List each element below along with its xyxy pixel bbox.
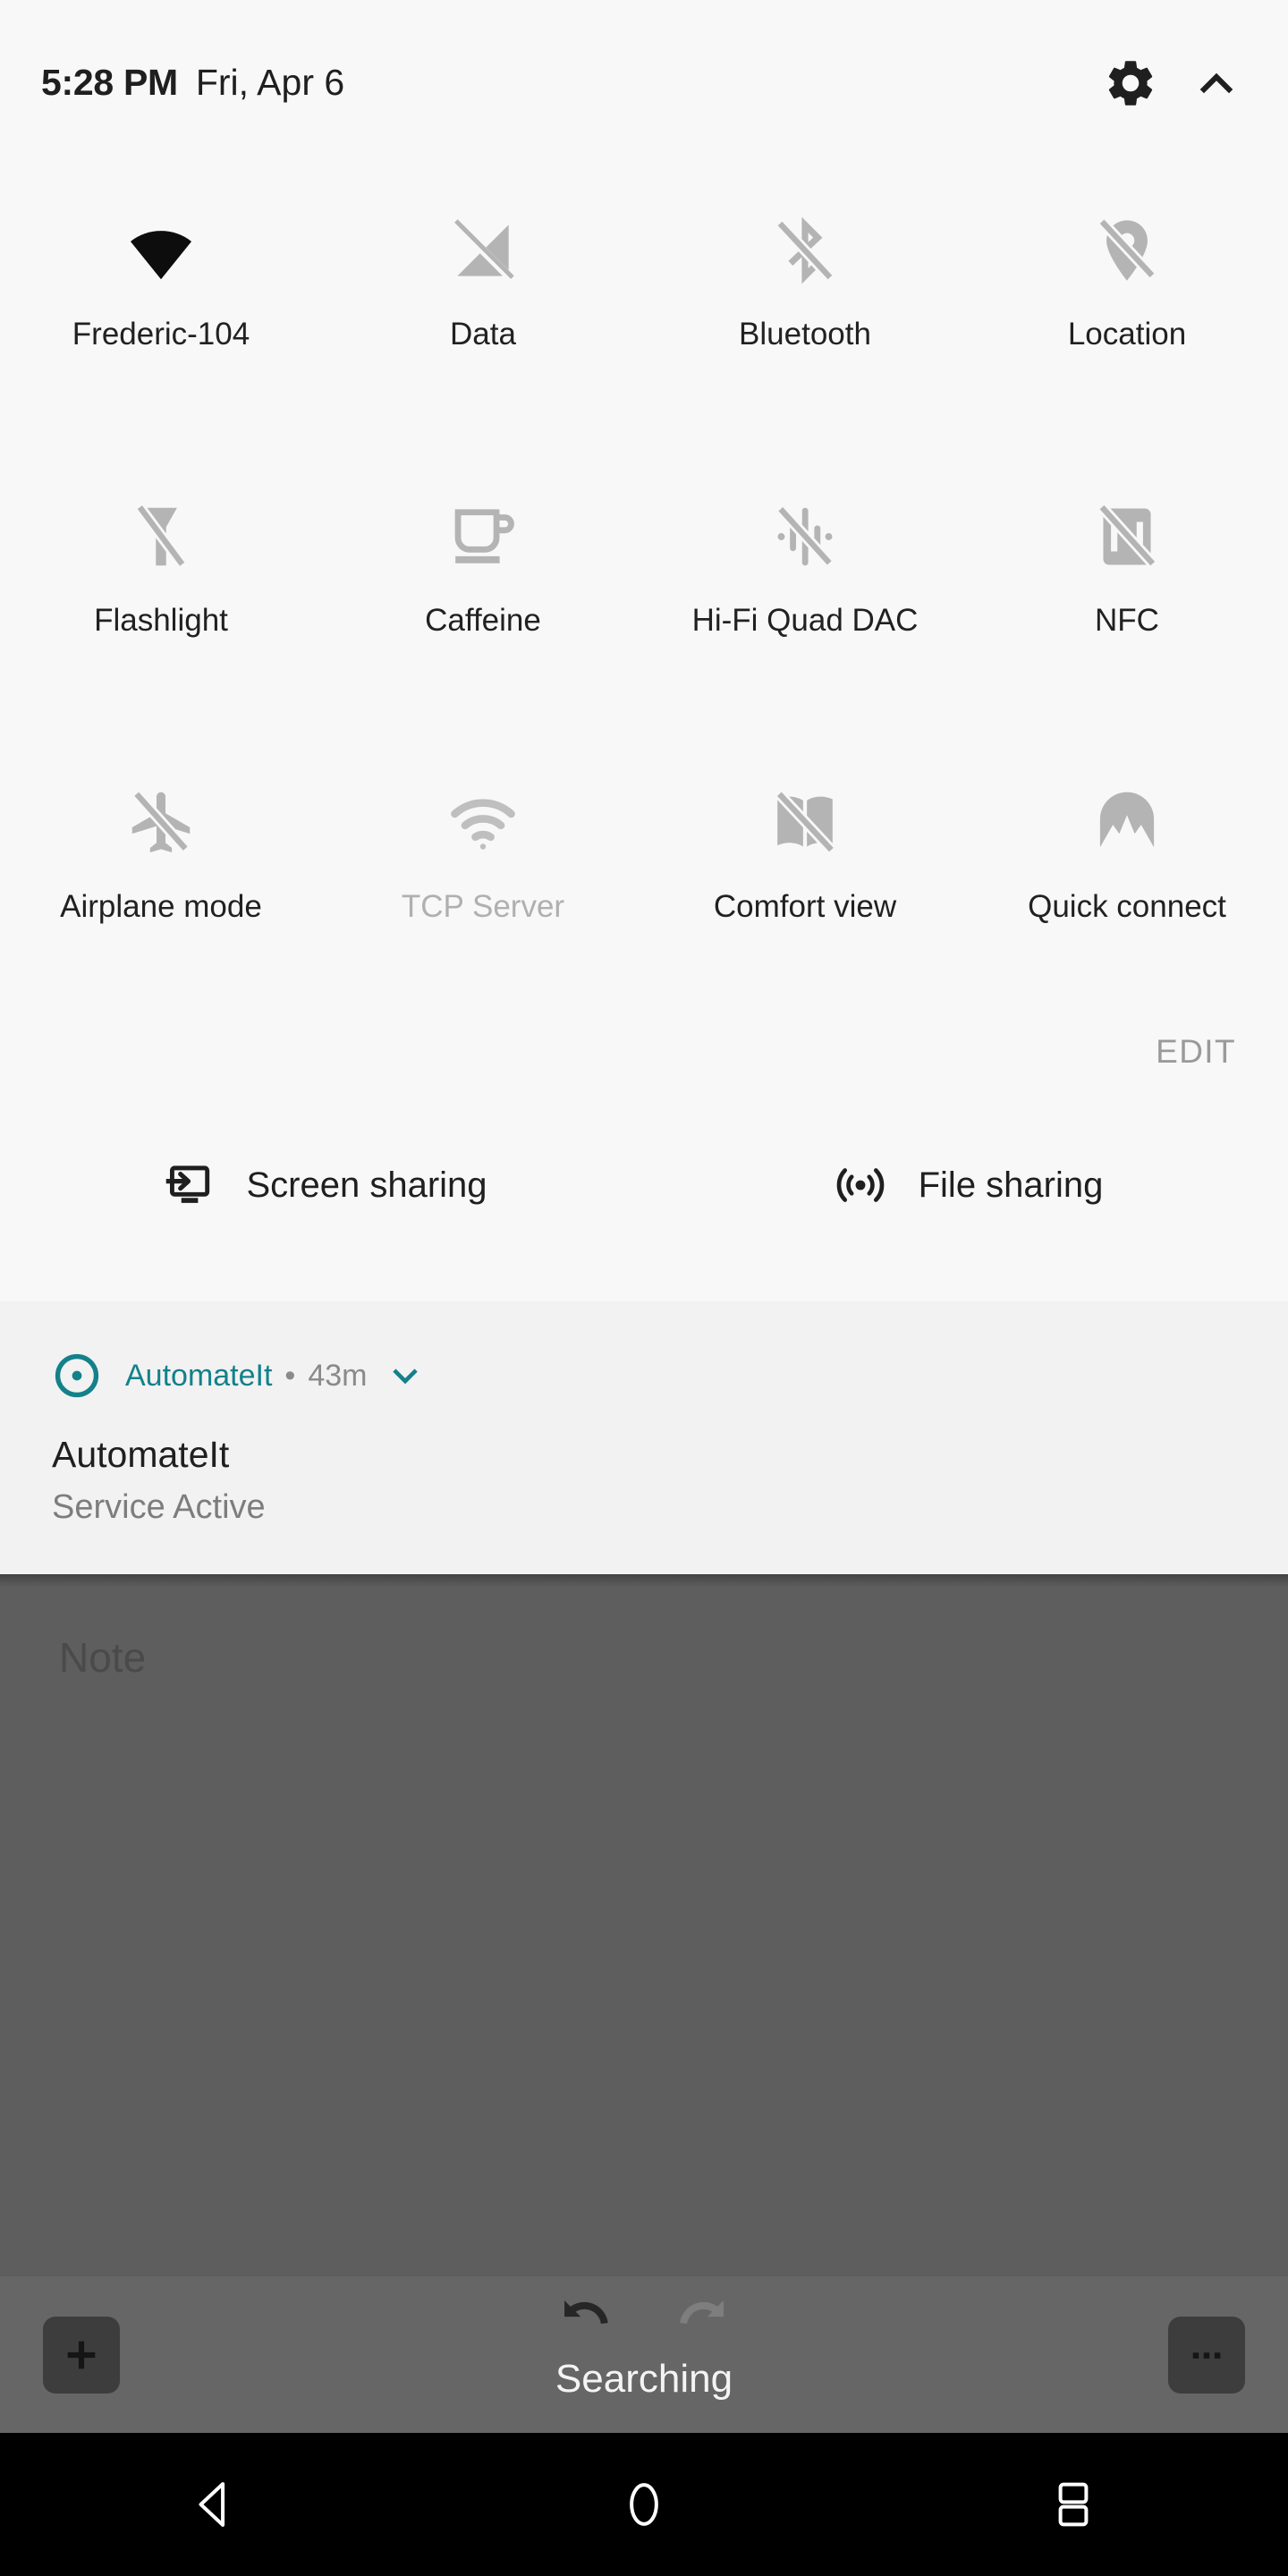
note-placeholder-text: Note — [59, 1634, 147, 1681]
qs-tile-label: Bluetooth — [739, 317, 871, 352]
location-off-icon — [1089, 192, 1165, 309]
redo-icon — [680, 2301, 724, 2325]
sharing-row: Screen sharing File sharing — [0, 1154, 1288, 1216]
qs-tile-label: Comfort view — [713, 889, 897, 924]
qs-tile-label: Frederic-104 — [72, 317, 250, 352]
undo-icon — [564, 2301, 608, 2325]
screen-sharing-button[interactable]: Screen sharing — [0, 1154, 644, 1216]
automateit-ring-icon — [52, 1351, 102, 1401]
back-triangle-icon — [199, 2482, 225, 2527]
back-button[interactable] — [0, 2476, 429, 2533]
status-bar: 5:28 PM Fri, Apr 6 — [0, 0, 1288, 165]
navigation-bar — [0, 2433, 1288, 2576]
tile-row-1: Frederic-104 Data Bluetooth Location — [0, 192, 1288, 479]
qs-tile-data[interactable]: Data — [322, 192, 644, 479]
note-toolbar — [0, 2276, 1288, 2433]
qs-tile-bluetooth[interactable]: Bluetooth — [644, 192, 966, 479]
qs-tile-label: Quick connect — [1028, 889, 1226, 924]
edit-row: EDIT — [0, 1033, 1288, 1071]
qs-tile-label: Data — [450, 317, 516, 352]
qs-tile-hifi-quad-dac[interactable]: Hi-Fi Quad DAC — [644, 479, 966, 765]
tile-row-2: Flashlight Caffeine Hi-Fi Quad DAC NFC — [0, 479, 1288, 765]
split-window-icon — [1058, 2482, 1089, 2527]
tile-row-3: Airplane mode TCP Server Comfort view Qu… — [0, 765, 1288, 1051]
nfc-off-icon — [1089, 479, 1165, 595]
gear-icon[interactable] — [1088, 40, 1174, 126]
qs-tile-nfc[interactable]: NFC — [966, 479, 1288, 765]
hifi-dac-off-icon — [767, 479, 843, 595]
qs-tile-label: Airplane mode — [60, 889, 262, 924]
recents-button[interactable] — [859, 2476, 1288, 2533]
qs-tile-label: TCP Server — [401, 889, 565, 924]
home-circle-icon — [630, 2483, 658, 2526]
qs-tile-tcp-server[interactable]: TCP Server — [322, 765, 644, 1051]
qs-tile-label: Caffeine — [425, 603, 541, 638]
home-button[interactable] — [429, 2476, 859, 2533]
toast-message: Searching — [555, 2357, 733, 2401]
screen-cast-icon — [157, 1154, 219, 1216]
qs-tile-label: NFC — [1095, 603, 1159, 638]
qs-tile-quick-connect[interactable]: Quick connect — [966, 765, 1288, 1051]
comfort-view-off-icon — [767, 765, 843, 881]
file-sharing-button[interactable]: File sharing — [644, 1154, 1288, 1216]
qs-tile-location[interactable]: Location — [966, 192, 1288, 479]
qs-tile-comfort-view[interactable]: Comfort view — [644, 765, 966, 1051]
wifi-signal-icon — [445, 765, 521, 881]
redo-button[interactable] — [671, 2289, 732, 2354]
phone-screen: 5:28 PM Fri, Apr 6 Frederic-104 Data Blu… — [0, 0, 1288, 2576]
qs-tile-wifi[interactable]: Frederic-104 — [0, 192, 322, 479]
flashlight-off-icon — [123, 479, 199, 595]
wifi-icon — [123, 192, 199, 309]
qs-tile-airplane-mode[interactable]: Airplane mode — [0, 765, 322, 1051]
edit-button[interactable]: EDIT — [1156, 1033, 1236, 1071]
quick-settings-tiles: Frederic-104 Data Bluetooth Location Fla… — [0, 192, 1288, 1051]
notification-separator: • — [284, 1358, 296, 1393]
qs-tile-label: Flashlight — [94, 603, 228, 638]
status-bar-actions — [1088, 40, 1288, 126]
notification-shade: AutomateIt • 43m AutomateIt Service Acti… — [0, 1301, 1288, 1574]
chevron-up-icon[interactable] — [1174, 40, 1259, 126]
undo-button[interactable] — [556, 2289, 617, 2354]
notification-header: AutomateIt • 43m — [52, 1351, 424, 1401]
qs-tile-label: Hi-Fi Quad DAC — [691, 603, 919, 638]
mobile-data-off-icon — [445, 192, 521, 309]
background-app-scrim[interactable]: Note — [0, 1574, 1288, 2433]
file-sharing-label: File sharing — [918, 1165, 1104, 1205]
chevron-down-icon[interactable] — [386, 1357, 424, 1394]
undo-redo-group — [0, 2289, 1288, 2354]
status-bar-clock: 5:28 PM — [41, 62, 178, 103]
notification-content: AutomateIt Service Active — [52, 1434, 266, 1527]
qs-tile-flashlight[interactable]: Flashlight — [0, 479, 322, 765]
airplane-off-icon — [123, 765, 199, 881]
notification-app-name: AutomateIt — [125, 1358, 273, 1393]
screen-sharing-label: Screen sharing — [246, 1165, 487, 1205]
qs-tile-caffeine[interactable]: Caffeine — [322, 479, 644, 765]
status-bar-date: Fri, Apr 6 — [195, 62, 345, 103]
bluetooth-off-icon — [767, 192, 843, 309]
notification-timestamp: 43m — [308, 1358, 368, 1393]
notification-title: AutomateIt — [52, 1434, 230, 1475]
notification-body: Service Active — [52, 1488, 266, 1526]
qs-tile-label: Location — [1067, 317, 1187, 352]
quick-connect-icon — [1089, 765, 1165, 881]
quick-settings-panel: 5:28 PM Fri, Apr 6 Frederic-104 Data Blu… — [0, 0, 1288, 1301]
broadcast-icon — [829, 1154, 892, 1216]
coffee-cup-icon — [445, 479, 521, 595]
